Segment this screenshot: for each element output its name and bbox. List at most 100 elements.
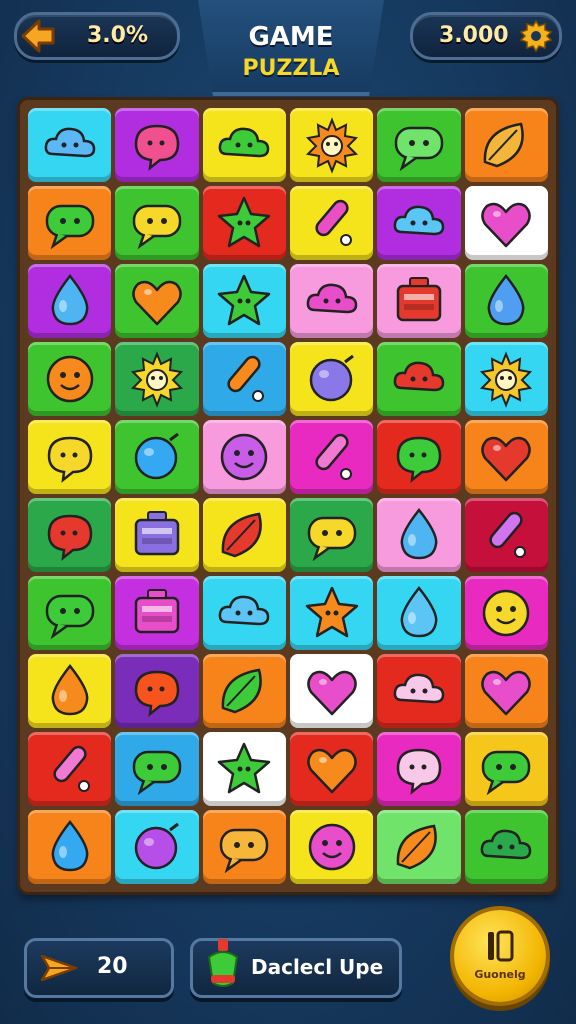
puzzle-tile[interactable] — [290, 654, 374, 728]
puzzle-tile[interactable] — [290, 732, 374, 806]
puzzle-tile[interactable] — [464, 498, 548, 572]
puzzle-tile[interactable] — [464, 576, 548, 650]
puzzle-tile[interactable] — [290, 264, 374, 338]
back-score-pill[interactable]: 3.0% — [14, 12, 180, 60]
puzzle-tile[interactable] — [377, 576, 461, 650]
right-score-value: 3.000 — [439, 23, 509, 48]
puzzle-tile[interactable] — [202, 498, 286, 572]
puzzle-tile[interactable] — [202, 264, 286, 338]
puzzle-tile[interactable] — [290, 420, 374, 494]
puzzle-tile[interactable] — [290, 186, 374, 260]
puzzle-tile[interactable] — [28, 498, 112, 572]
bubble-icon — [388, 426, 450, 488]
cloud-icon — [388, 348, 450, 410]
puzzle-tile[interactable] — [28, 186, 112, 260]
powerup-button[interactable]: Daclecl Upe — [190, 938, 402, 998]
puzzle-tile[interactable] — [28, 810, 112, 884]
title-line-2: PUZZLA — [242, 56, 340, 81]
puzzle-tile[interactable] — [28, 264, 112, 338]
puzzle-tile[interactable] — [115, 264, 199, 338]
bubble-icon — [126, 660, 188, 722]
puzzle-tile[interactable] — [115, 342, 199, 416]
puzzle-tile[interactable] — [115, 654, 199, 728]
puzzle-tile[interactable] — [464, 342, 548, 416]
title-line-1: GAME — [248, 22, 334, 52]
moves-button[interactable]: 20 — [24, 938, 174, 998]
coin-label: Guonelg — [474, 968, 526, 981]
puzzle-tile[interactable] — [115, 186, 199, 260]
coin-balance-pill: 3.000 — [410, 12, 562, 60]
puzzle-tile[interactable] — [377, 654, 461, 728]
puzzle-tile[interactable] — [290, 108, 374, 182]
gear-icon[interactable] — [519, 19, 553, 53]
sun-icon — [475, 348, 537, 410]
puzzle-tile[interactable] — [115, 732, 199, 806]
chat-icon — [475, 738, 537, 800]
puzzle-tile[interactable] — [377, 810, 461, 884]
puzzle-tile[interactable] — [290, 342, 374, 416]
puzzle-board — [20, 100, 556, 892]
ball-icon — [126, 816, 188, 878]
puzzle-tile[interactable] — [28, 342, 112, 416]
puzzle-tile[interactable] — [28, 654, 112, 728]
puzzle-tile[interactable] — [28, 108, 112, 182]
puzzle-tile[interactable] — [202, 732, 286, 806]
heart-icon — [301, 660, 363, 722]
star-icon — [213, 192, 275, 254]
puzzle-tile[interactable] — [115, 810, 199, 884]
cloud-icon — [388, 192, 450, 254]
puzzle-tile[interactable] — [202, 342, 286, 416]
puzzle-tile[interactable] — [377, 420, 461, 494]
puzzle-tile[interactable] — [115, 108, 199, 182]
cloud-icon — [213, 582, 275, 644]
puzzle-tile[interactable] — [202, 654, 286, 728]
puzzle-tile[interactable] — [115, 498, 199, 572]
stick-icon — [301, 426, 363, 488]
puzzle-tile[interactable] — [464, 108, 548, 182]
puzzle-tile[interactable] — [202, 108, 286, 182]
coin-shop-button[interactable]: Guonelg — [454, 910, 546, 1002]
puzzle-tile[interactable] — [464, 264, 548, 338]
puzzle-tile[interactable] — [464, 732, 548, 806]
puzzle-tile[interactable] — [28, 732, 112, 806]
shop-icon — [482, 928, 518, 964]
puzzle-tile[interactable] — [464, 654, 548, 728]
heart-icon — [475, 426, 537, 488]
stick-icon — [301, 192, 363, 254]
powerup-label: Daclecl Upe — [251, 955, 384, 979]
drop-icon — [388, 504, 450, 566]
puzzle-tile[interactable] — [115, 576, 199, 650]
heart-icon — [301, 738, 363, 800]
star-icon — [213, 738, 275, 800]
puzzle-tile[interactable] — [290, 810, 374, 884]
puzzle-tile[interactable] — [377, 108, 461, 182]
back-arrow-icon[interactable] — [19, 15, 59, 57]
face-icon — [213, 426, 275, 488]
ball-icon — [301, 348, 363, 410]
puzzle-tile[interactable] — [290, 498, 374, 572]
puzzle-tile[interactable] — [202, 186, 286, 260]
puzzle-tile[interactable] — [290, 576, 374, 650]
face-icon — [475, 582, 537, 644]
puzzle-tile[interactable] — [377, 732, 461, 806]
puzzle-tile[interactable] — [202, 810, 286, 884]
sun-icon — [301, 114, 363, 176]
bubble-icon — [39, 504, 101, 566]
puzzle-tile[interactable] — [377, 264, 461, 338]
tile-grid — [28, 108, 548, 884]
puzzle-tile[interactable] — [464, 810, 548, 884]
puzzle-tile[interactable] — [28, 576, 112, 650]
puzzle-tile[interactable] — [28, 420, 112, 494]
cloud-icon — [475, 816, 537, 878]
puzzle-tile[interactable] — [377, 186, 461, 260]
chat-icon — [388, 114, 450, 176]
puzzle-tile[interactable] — [202, 576, 286, 650]
puzzle-tile[interactable] — [464, 420, 548, 494]
puzzle-tile[interactable] — [377, 342, 461, 416]
puzzle-tile[interactable] — [377, 498, 461, 572]
puzzle-tile[interactable] — [464, 186, 548, 260]
puzzle-tile[interactable] — [202, 420, 286, 494]
heart-icon — [126, 270, 188, 332]
stick-icon — [475, 504, 537, 566]
puzzle-tile[interactable] — [115, 420, 199, 494]
